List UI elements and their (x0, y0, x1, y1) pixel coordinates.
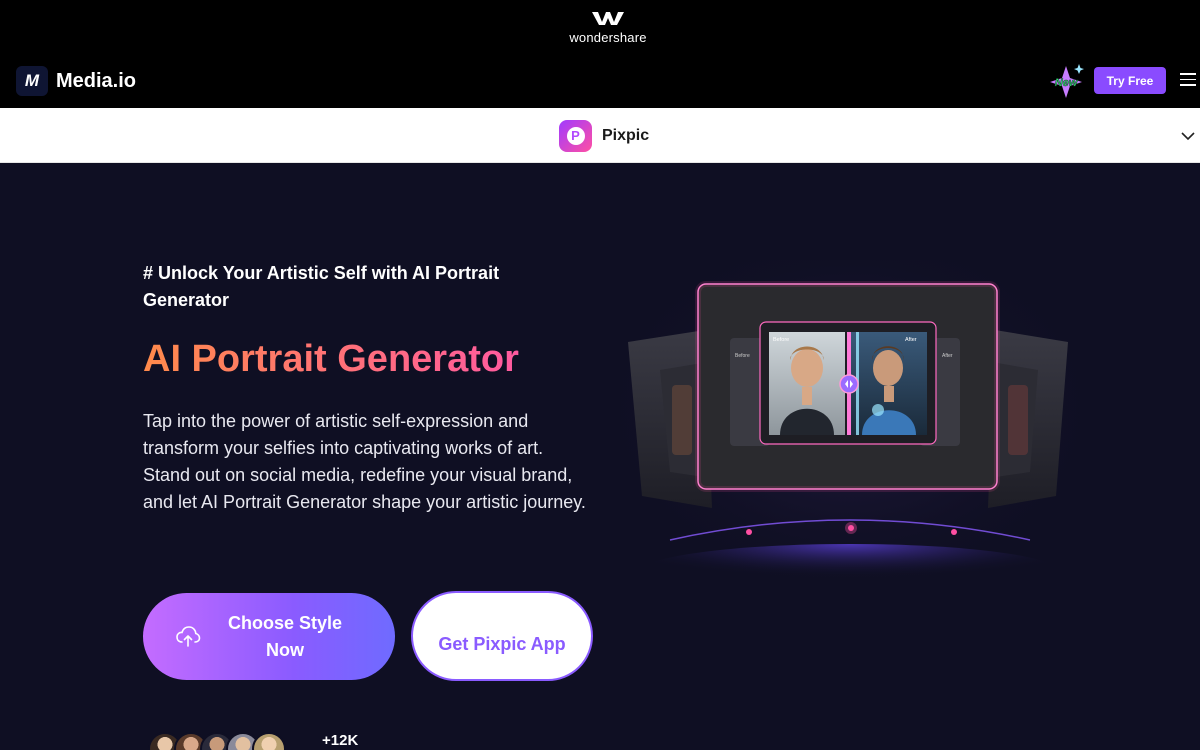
before-label: Before (773, 337, 789, 343)
page-title: AI Portrait Generator (143, 338, 519, 380)
main-nav: M Media.io New Try Free (0, 56, 1200, 108)
hero-description: Tap into the power of artistic self-expr… (143, 411, 586, 512)
pixpic-app-icon: P (559, 120, 592, 152)
product-subnav: P Pixpic (0, 108, 1200, 163)
hamburger-menu-icon[interactable] (1180, 73, 1196, 87)
user-avatars (148, 732, 286, 750)
get-pixpic-app-label: Get Pixpic App (438, 634, 566, 654)
wondershare-wordmark: wondershare (569, 30, 647, 45)
users-count: +12K (322, 732, 359, 749)
chevron-down-icon[interactable] (1180, 130, 1196, 142)
wondershare-bar: wondershare (0, 0, 1200, 56)
media-io-logo[interactable]: M Media.io (16, 66, 136, 96)
product-name: Pixpic (602, 127, 650, 144)
hero-section: # Unlock Your Artistic Self with AI Port… (0, 164, 1200, 750)
thumb-before-label: Before (735, 353, 750, 359)
new-sparkle-badge-icon[interactable]: New (1046, 62, 1086, 102)
thumb-after-label: After (942, 353, 953, 359)
avatar (252, 732, 286, 750)
pixpic-product-link[interactable]: P Pixpic (559, 120, 649, 152)
try-free-button[interactable]: Try Free (1094, 67, 1166, 94)
wondershare-logo[interactable]: wondershare (560, 10, 656, 50)
get-pixpic-app-button[interactable]: Get Pixpic App (411, 591, 593, 681)
cloud-upload-icon (176, 626, 201, 647)
hero-eyebrow: # Unlock Your Artistic Self with AI Port… (143, 263, 500, 310)
choose-style-label: Choose Style Now (227, 613, 343, 660)
wondershare-mark-icon (592, 12, 624, 25)
brand-name: Media.io (56, 69, 137, 92)
choose-style-button[interactable]: Choose Style Now (143, 593, 395, 680)
new-badge-label: New (1055, 77, 1079, 89)
compare-slider-icon (839, 374, 859, 394)
media-io-logo-icon: M (16, 66, 48, 96)
after-label: After (905, 337, 917, 343)
portrait-comparison-illustration: Before After Before After (620, 260, 1080, 590)
